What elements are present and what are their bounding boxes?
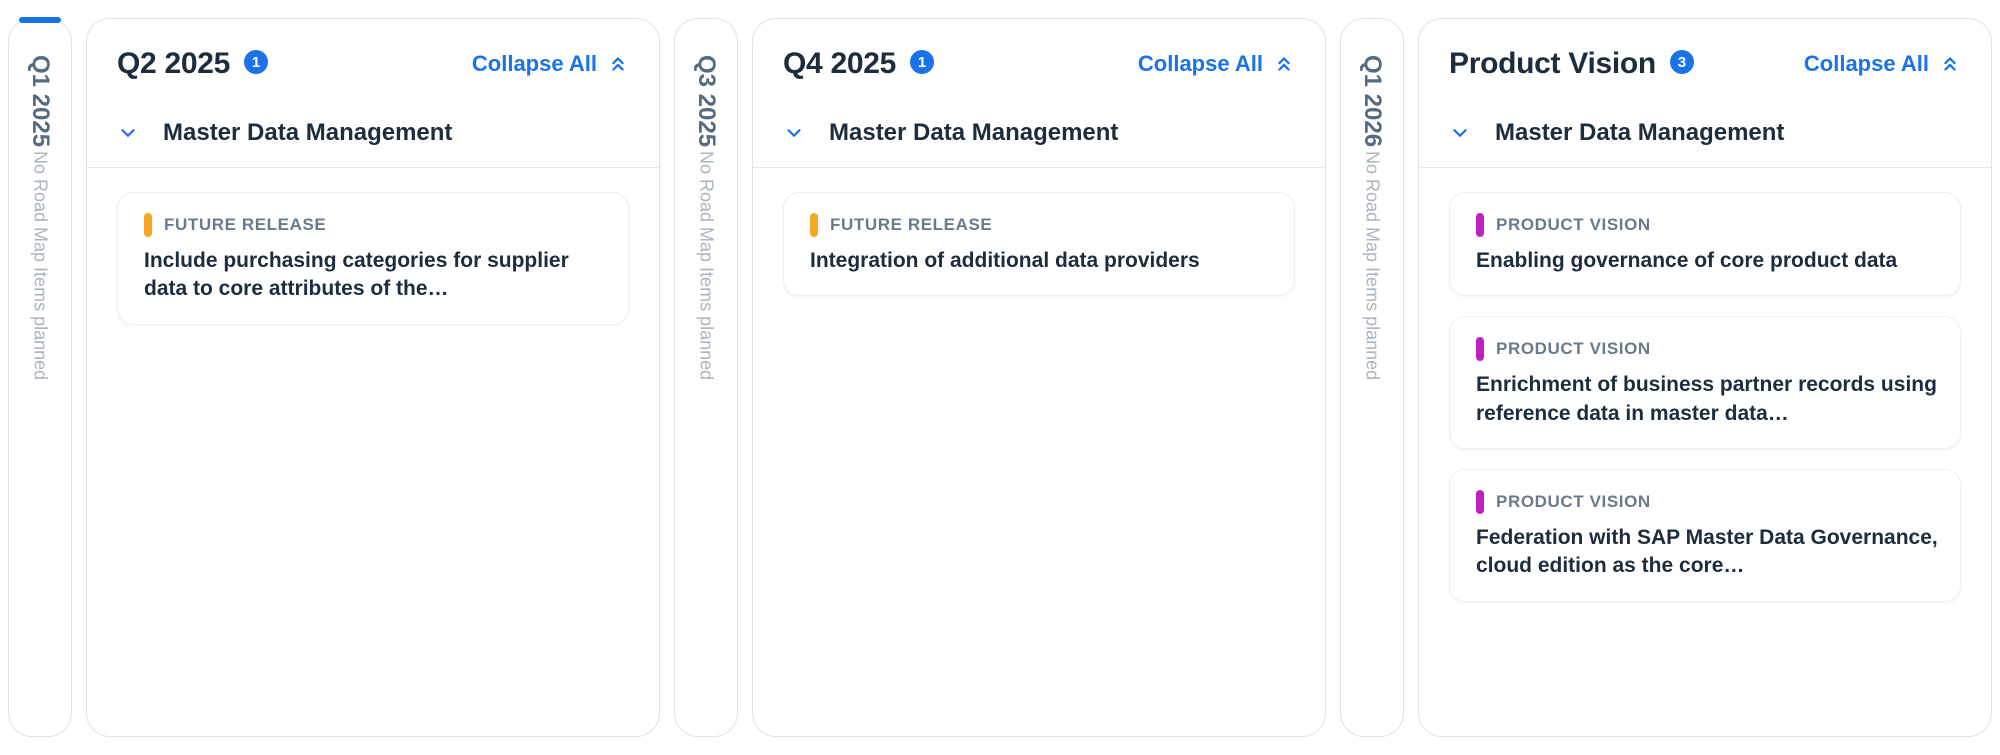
card-tag: PRODUCT VISION bbox=[1476, 213, 1940, 237]
collapsed-column-title: Q1 2025 bbox=[26, 55, 54, 147]
collapsed-column[interactable]: Q1 2026 No Road Map Items planned bbox=[1340, 18, 1404, 737]
column-title: Product Vision bbox=[1449, 47, 1656, 81]
column-active-indicator bbox=[685, 17, 727, 23]
card-title: Enabling governance of core product data bbox=[1476, 247, 1940, 275]
section-title: Master Data Management bbox=[829, 119, 1118, 147]
status-pill bbox=[1476, 490, 1484, 514]
chevron-down-icon bbox=[783, 122, 805, 144]
chevrons-up-icon bbox=[607, 53, 629, 75]
status-pill bbox=[1476, 337, 1484, 361]
collapsed-column-caption: No Road Map Items planned bbox=[696, 151, 717, 380]
section-header[interactable]: Master Data Management bbox=[753, 89, 1325, 167]
chevron-down-icon bbox=[117, 122, 139, 144]
card-list: FUTURE RELEASE Integration of additional … bbox=[753, 168, 1325, 320]
card-tag: PRODUCT VISION bbox=[1476, 337, 1940, 361]
column-active-indicator bbox=[1351, 17, 1393, 23]
collapsed-column-content: Q1 2026 No Road Map Items planned bbox=[1358, 55, 1386, 716]
collapsed-column-content: Q3 2025 No Road Map Items planned bbox=[692, 55, 720, 716]
collapsed-column-caption: No Road Map Items planned bbox=[30, 151, 51, 380]
collapsed-column-title: Q1 2026 bbox=[1358, 55, 1386, 147]
card-title: Federation with SAP Master Data Governan… bbox=[1476, 524, 1940, 581]
section-header[interactable]: Master Data Management bbox=[1419, 89, 1991, 167]
card-title: Include purchasing categories for suppli… bbox=[144, 247, 608, 304]
chevrons-up-icon bbox=[1939, 53, 1961, 75]
column-title: Q4 2025 bbox=[783, 47, 896, 81]
card-tag-label: FUTURE RELEASE bbox=[830, 215, 992, 235]
column-count-badge: 1 bbox=[910, 50, 934, 74]
column-header: Q2 2025 1 Collapse All bbox=[87, 19, 659, 89]
card-tag: PRODUCT VISION bbox=[1476, 490, 1940, 514]
roadmap-card[interactable]: PRODUCT VISION Federation with SAP Master… bbox=[1449, 469, 1961, 602]
collapse-all-button[interactable]: Collapse All bbox=[1804, 51, 1961, 77]
status-pill bbox=[144, 213, 152, 237]
roadmap-column: Q4 2025 1 Collapse All Master Data Manageme… bbox=[752, 18, 1326, 737]
card-tag-label: FUTURE RELEASE bbox=[164, 215, 326, 235]
collapsed-column[interactable]: Q3 2025 No Road Map Items planned bbox=[674, 18, 738, 737]
section-header[interactable]: Master Data Management bbox=[87, 89, 659, 167]
roadmap-column: Product Vision 3 Collapse All Master Data M… bbox=[1418, 18, 1992, 737]
collapsed-column[interactable]: Q1 2025 No Road Map Items planned bbox=[8, 18, 72, 737]
card-title: Enrichment of business partner records u… bbox=[1476, 371, 1940, 428]
card-title: Integration of additional data providers bbox=[810, 247, 1274, 275]
card-tag: FUTURE RELEASE bbox=[810, 213, 1274, 237]
column-count-badge: 3 bbox=[1670, 50, 1694, 74]
column-active-indicator bbox=[19, 17, 61, 23]
collapse-all-button[interactable]: Collapse All bbox=[472, 51, 629, 77]
card-list: PRODUCT VISION Enabling governance of cor… bbox=[1419, 168, 1991, 626]
card-tag: FUTURE RELEASE bbox=[144, 213, 608, 237]
status-pill bbox=[1476, 213, 1484, 237]
roadmap-card[interactable]: PRODUCT VISION Enabling governance of cor… bbox=[1449, 192, 1961, 296]
card-list: FUTURE RELEASE Include purchasing categor… bbox=[87, 168, 659, 349]
section-title: Master Data Management bbox=[1495, 119, 1784, 147]
column-title: Q2 2025 bbox=[117, 47, 230, 81]
collapsed-column-title: Q3 2025 bbox=[692, 55, 720, 147]
chevrons-up-icon bbox=[1273, 53, 1295, 75]
roadmap-card[interactable]: FUTURE RELEASE Include purchasing categor… bbox=[117, 192, 629, 325]
column-header: Q4 2025 1 Collapse All bbox=[753, 19, 1325, 89]
card-tag-label: PRODUCT VISION bbox=[1496, 339, 1651, 359]
collapse-all-label: Collapse All bbox=[472, 51, 597, 77]
chevron-down-icon bbox=[1449, 122, 1471, 144]
column-count-badge: 1 bbox=[244, 50, 268, 74]
card-tag-label: PRODUCT VISION bbox=[1496, 215, 1651, 235]
status-pill bbox=[810, 213, 818, 237]
card-tag-label: PRODUCT VISION bbox=[1496, 492, 1651, 512]
column-header: Product Vision 3 Collapse All bbox=[1419, 19, 1991, 89]
roadmap-column: Q2 2025 1 Collapse All Master Data Manageme… bbox=[86, 18, 660, 737]
collapse-all-label: Collapse All bbox=[1138, 51, 1263, 77]
section-title: Master Data Management bbox=[163, 119, 452, 147]
collapse-all-button[interactable]: Collapse All bbox=[1138, 51, 1295, 77]
roadmap-card[interactable]: FUTURE RELEASE Integration of additional … bbox=[783, 192, 1295, 296]
collapsed-column-caption: No Road Map Items planned bbox=[1362, 151, 1383, 380]
roadmap-card[interactable]: PRODUCT VISION Enrichment of business par… bbox=[1449, 316, 1961, 449]
collapsed-column-content: Q1 2025 No Road Map Items planned bbox=[26, 55, 54, 716]
collapse-all-label: Collapse All bbox=[1804, 51, 1929, 77]
